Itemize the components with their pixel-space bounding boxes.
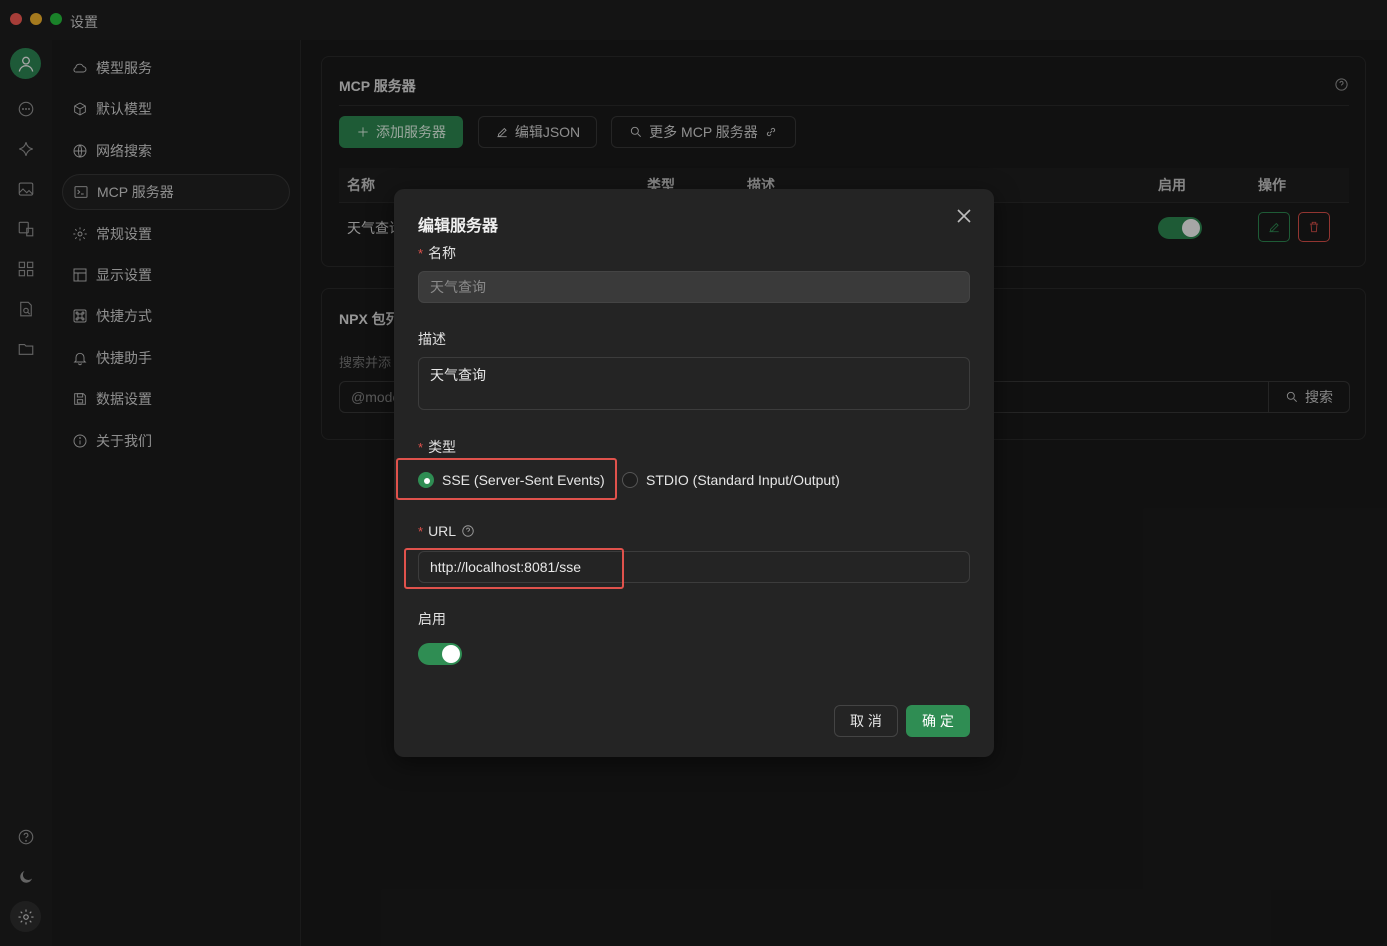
desc-label: 描述 bbox=[418, 331, 446, 347]
dialog-title: 编辑服务器 bbox=[418, 218, 499, 235]
enabled-label: 启用 bbox=[418, 611, 446, 627]
settings-window: 设置 模型服务 默认模型 网络搜索 MCP 服务器 常规设置 显示设置 快捷方式… bbox=[0, 0, 1387, 946]
name-label-text: 名称 bbox=[428, 245, 457, 261]
highlight-box-url bbox=[404, 548, 624, 589]
url-label-text: URL bbox=[428, 523, 457, 539]
highlight-box-type bbox=[396, 458, 617, 500]
enabled-toggle[interactable] bbox=[418, 643, 462, 665]
type-label-text: 类型 bbox=[428, 439, 457, 455]
cancel-button[interactable]: 取 消 bbox=[834, 705, 898, 737]
edit-server-dialog: 编辑服务器 * 名称 天气查询 描述 天气查询 * 类型 SSE (Server-S… bbox=[394, 189, 994, 757]
close-dialog-button[interactable] bbox=[956, 208, 972, 224]
type-radio-stdio[interactable]: STDIO (Standard Input/Output) bbox=[622, 472, 840, 488]
name-field: 天气查询 bbox=[418, 271, 970, 303]
ok-button[interactable]: 确 定 bbox=[906, 705, 970, 737]
type-label: * 类型 bbox=[418, 439, 457, 455]
url-label: * URL bbox=[418, 523, 475, 539]
close-icon bbox=[957, 209, 971, 223]
stdio-option-label: STDIO (Standard Input/Output) bbox=[646, 472, 840, 488]
description-textarea[interactable]: 天气查询 bbox=[418, 357, 970, 410]
name-label: * 名称 bbox=[418, 245, 457, 261]
help-icon bbox=[462, 525, 474, 537]
radio-unchecked-icon bbox=[622, 472, 638, 488]
